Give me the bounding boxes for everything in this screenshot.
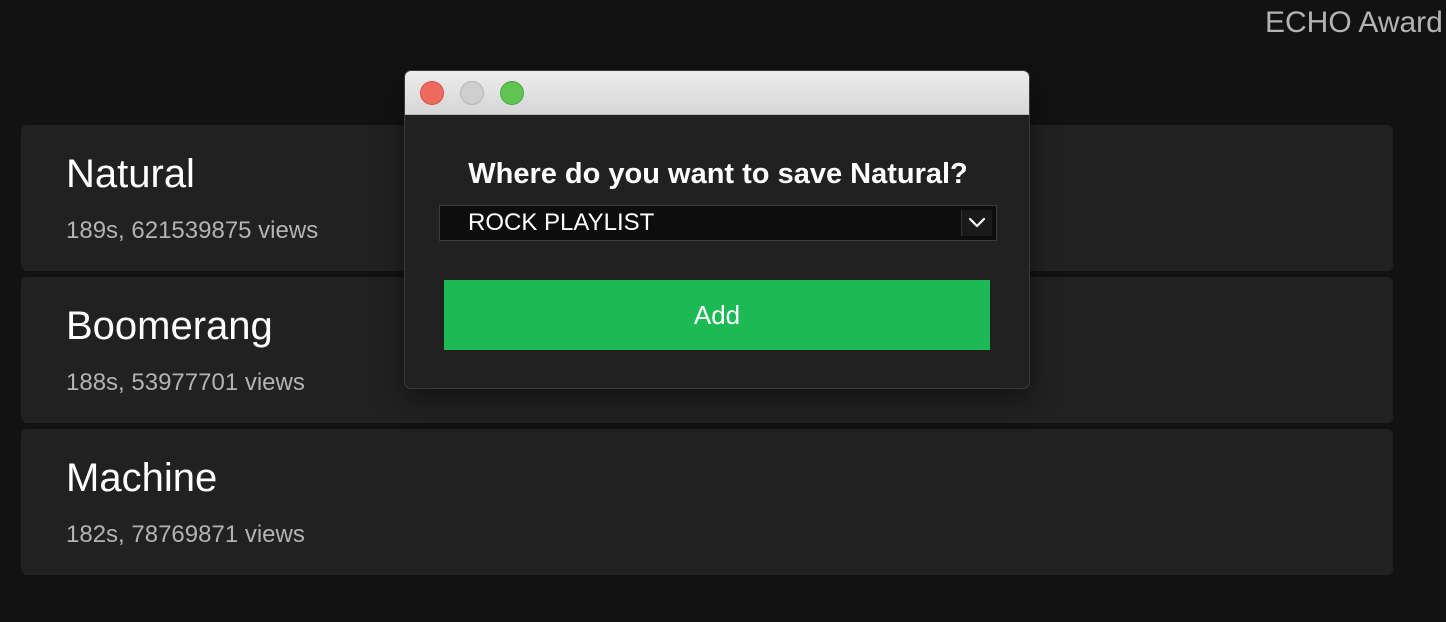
- close-window-button[interactable]: [420, 81, 444, 105]
- song-card[interactable]: Machine 182s, 78769871 views: [21, 429, 1393, 575]
- song-meta: 189s, 621539875 views: [66, 217, 319, 244]
- playlist-select[interactable]: ROCK PLAYLIST: [439, 205, 997, 241]
- zoom-window-button[interactable]: [500, 81, 524, 105]
- song-meta: 188s, 53977701 views: [66, 369, 305, 396]
- dialog-titlebar[interactable]: [405, 71, 1029, 115]
- minimize-window-button[interactable]: [460, 81, 484, 105]
- song-meta: 182s, 78769871 views: [66, 521, 305, 548]
- add-button[interactable]: Add: [444, 280, 990, 350]
- app-page: ECHO Award Natural 189s, 621539875 views…: [0, 0, 1446, 622]
- dialog-question: Where do you want to save Natural?: [468, 158, 968, 190]
- chevron-down-icon[interactable]: [961, 210, 992, 236]
- award-label: ECHO Award: [1265, 6, 1443, 39]
- song-title: Machine: [66, 456, 218, 500]
- playlist-select-value: ROCK PLAYLIST: [468, 209, 655, 236]
- song-title: Natural: [66, 152, 195, 196]
- save-to-playlist-dialog: Where do you want to save Natural? ROCK …: [404, 70, 1030, 389]
- song-title: Boomerang: [66, 304, 273, 348]
